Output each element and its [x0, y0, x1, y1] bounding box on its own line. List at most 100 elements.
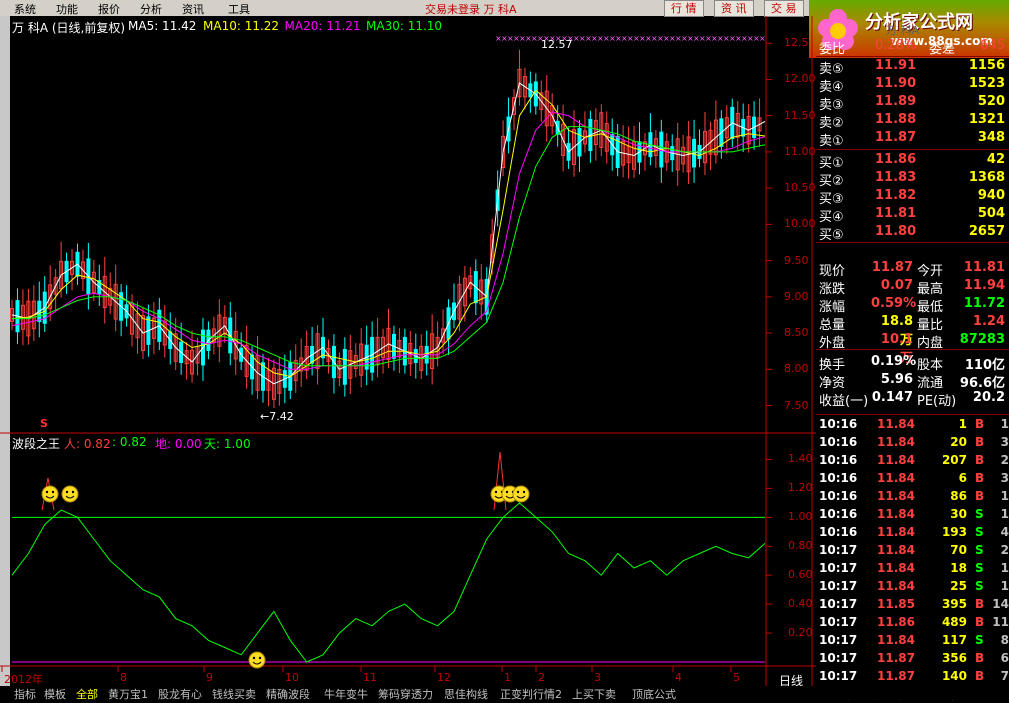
y-tick-label: 0.80 [788, 539, 813, 553]
tick-side: B [975, 435, 985, 449]
tick-side: B [975, 417, 985, 431]
tick-count: 14 [992, 597, 1009, 611]
y-tick-label: 1.20 [788, 481, 813, 495]
ask-label: 卖③ [819, 98, 844, 113]
bottom-tabs: 指标 模板 全部 黄万宝1 股龙有心 钱线买卖 精确波段 牛年变牛 筹码穿透力 思佳构线 正变判行情… [0, 686, 1009, 701]
y-tick-label: 12.5 [784, 36, 809, 50]
tick-time: 10:17 [819, 561, 858, 575]
stat-label: 涨幅 [819, 300, 846, 315]
x-tick-label: 11 [363, 671, 377, 684]
tick-count: 3 [1000, 471, 1009, 485]
tick-price: 11.86 [877, 615, 915, 629]
high-mark: 12.57 [541, 38, 573, 51]
tick-time: 10:16 [819, 417, 858, 431]
stat-label: 现价 [819, 264, 846, 279]
bid-row: 买④ 11.81 504 [819, 206, 1009, 225]
y-tick-label: 10.00 [784, 217, 816, 231]
tick-price: 11.87 [877, 651, 915, 665]
y-tick-label: 8.00 [784, 362, 809, 376]
tick-price: 11.85 [877, 597, 915, 611]
tick-row: 10:17 11.87 140 B 7 [819, 669, 1009, 687]
ask-volume: 348 [977, 130, 1005, 145]
tick-time: 10:17 [819, 633, 858, 647]
stat-label: 总量 [819, 318, 846, 333]
bid-row: 买⑤ 11.80 2657 [819, 224, 1009, 243]
indicator-line [11, 502, 766, 663]
y-tick-label: 11.00 [784, 144, 816, 158]
ask-volume: 1523 [968, 76, 1005, 91]
bid-label: 买⑤ [819, 228, 844, 243]
smiley-icon [248, 651, 266, 669]
tick-side: B [975, 597, 985, 611]
ask-volume: 1321 [968, 112, 1005, 127]
stat-value: 11.72 [963, 296, 1005, 311]
ask-label: 卖① [819, 134, 844, 149]
chart-area[interactable]: × × × × × × × × × × × × × × × × × × × × × × × × × × × × × × × × × × × × × × × ×… [0, 0, 816, 686]
tick-volume: 193 [941, 525, 967, 539]
x-tick-label: 4 [675, 671, 682, 684]
ask-row: 卖③ 11.89 520 [819, 94, 1009, 113]
stat-value: 0.59% [871, 296, 917, 311]
x-tick-label: 2012年 [4, 673, 43, 686]
y-tick-label: 0.40 [788, 597, 813, 611]
indicator-tian: 天: 1.00 [204, 437, 251, 451]
tick-price: 11.87 [877, 669, 915, 683]
stat-row: 总量 18.8万 量比 1.24 [819, 314, 1009, 348]
smiley-icon [41, 485, 59, 503]
ratio-label: 委比 [819, 42, 846, 57]
ask-volume: 1156 [968, 58, 1005, 73]
tick-price: 11.84 [877, 471, 915, 485]
indicator-name: 波段之王 [12, 437, 61, 451]
tick-row: 10:17 11.87 356 B 6 [819, 651, 1009, 669]
tick-volume: 140 [941, 669, 967, 683]
tick-side: B [975, 489, 985, 503]
stat-value: 0.147 [871, 390, 913, 405]
stat-value: 11.81 [963, 260, 1005, 275]
tick-row: 10:16 11.84 193 S 4 [819, 525, 1009, 543]
ma-label: MA10: 11.22 [203, 19, 280, 33]
tick-volume: 18 [950, 561, 967, 575]
bid-row: 买① 11.86 42 [819, 152, 1009, 171]
tick-row: 10:17 11.84 25 S 1 [819, 579, 1009, 597]
stat-row: 净资 5.96 流通 96.6亿 [819, 372, 1009, 391]
tick-row: 10:17 11.84 117 S 8 [819, 633, 1009, 651]
stat-value: 1.24 [972, 314, 1005, 329]
tick-price: 11.84 [877, 561, 915, 575]
x-tick-label: 1 [504, 671, 511, 684]
bid-price: 11.80 [875, 224, 917, 239]
order-ratio-row: 委比 0.28% 委差 645 [819, 38, 1009, 57]
bid-label: 买② [819, 174, 844, 189]
tick-side: B [975, 669, 985, 683]
tick-time: 10:17 [819, 543, 858, 557]
y-tick-label: 7.50 [784, 398, 809, 412]
smiley-icon [61, 485, 79, 503]
bid-volume: 42 [986, 152, 1005, 167]
bid-price: 11.86 [875, 152, 917, 167]
bid-volume: 1368 [968, 170, 1005, 185]
low-mark: ←7.42 [260, 410, 294, 423]
bid-price: 11.82 [875, 188, 917, 203]
tick-volume: 6 [958, 471, 967, 485]
panel-divider [816, 349, 1009, 350]
tick-price: 11.84 [877, 435, 915, 449]
bid-row: 买③ 11.82 940 [819, 188, 1009, 207]
tick-price: 11.84 [877, 453, 915, 467]
tick-volume: 395 [941, 597, 967, 611]
tick-side: S [975, 579, 984, 593]
ask-price: 11.91 [875, 58, 917, 73]
tick-count: 1 [1000, 489, 1009, 503]
stat-value: 11.94 [963, 278, 1005, 293]
indicator-ren: 人: 0.82 [64, 437, 111, 451]
tick-volume: 207 [941, 453, 967, 467]
tick-row: 10:17 11.85 395 B 14 [819, 597, 1009, 615]
ask-label: 卖⑤ [819, 62, 844, 77]
tick-side: B [975, 453, 985, 467]
stat-label: 量比 [917, 318, 944, 333]
bid-price: 11.83 [875, 170, 917, 185]
tick-price: 11.84 [877, 525, 915, 539]
tick-volume: 30 [950, 507, 967, 521]
x-tick-label: 2 [538, 671, 545, 684]
ask-row: 卖⑤ 11.91 1156 [819, 58, 1009, 77]
stat-value: 5.96 [880, 372, 913, 387]
tick-volume: 70 [950, 543, 967, 557]
